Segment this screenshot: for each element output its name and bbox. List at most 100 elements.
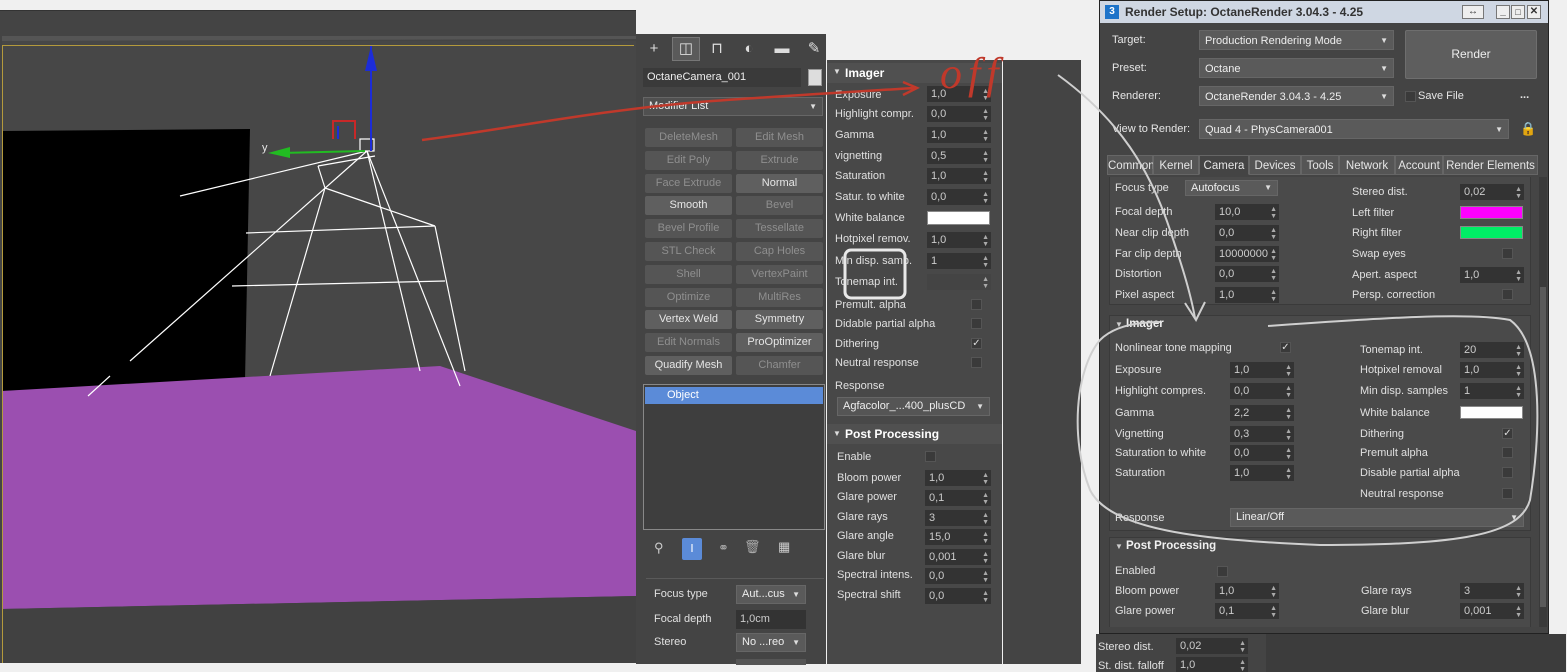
modifier-button-bevel-profile[interactable]: Bevel Profile bbox=[645, 219, 732, 239]
glare-rays-field[interactable]: 3 ▲ ▼ bbox=[1460, 583, 1524, 599]
spinner-icon[interactable]: ▲ ▼ bbox=[982, 590, 989, 604]
spinner-icon[interactable]: ▲ ▼ bbox=[1515, 605, 1522, 619]
gamma-field[interactable]: 1,0 ▲ ▼ bbox=[927, 127, 991, 143]
spinner-icon[interactable]: ▲ ▼ bbox=[1270, 605, 1277, 619]
utilities-tab-icon[interactable]: ✎ bbox=[801, 38, 827, 60]
near-clip-field[interactable]: 0,0 ▲ ▼ bbox=[1215, 225, 1279, 241]
swap-eyes-checkbox[interactable] bbox=[1502, 248, 1513, 259]
make-unique-icon[interactable]: ⚭ bbox=[718, 540, 729, 556]
render-setup-content[interactable]: Focus type Autofocus ▼ Focal depth 10,0 ▲ ▼… bbox=[1109, 177, 1539, 627]
gamma-field[interactable]: 2,2 ▲ ▼ bbox=[1230, 405, 1294, 421]
vignetting-field[interactable]: 0,5 ▲ ▼ bbox=[927, 148, 991, 164]
spinner-icon[interactable]: ▲ ▼ bbox=[1285, 407, 1292, 421]
glare-rays-field[interactable]: 3 ▲ ▼ bbox=[925, 510, 991, 526]
modifier-button-prooptimizer[interactable]: ProOptimizer bbox=[736, 333, 823, 353]
modifier-button-cap-holes[interactable]: Cap Holes bbox=[736, 242, 823, 261]
nonlinear-checkbox[interactable]: ✓ bbox=[1280, 342, 1291, 353]
persp-corr-checkbox[interactable] bbox=[1502, 289, 1513, 300]
spinner-icon[interactable]: ▲ ▼ bbox=[1270, 585, 1277, 599]
imager-section-title[interactable]: Imager bbox=[1126, 318, 1164, 330]
spinner-icon[interactable]: ▲ ▼ bbox=[1270, 227, 1277, 241]
tab-camera[interactable]: Camera bbox=[1199, 155, 1249, 175]
focus-type-dropdown[interactable]: Autofocus ▼ bbox=[1185, 180, 1278, 196]
modifier-button-tessellate[interactable]: Tessellate bbox=[736, 219, 823, 239]
spinner-icon[interactable]: ▲ ▼ bbox=[982, 531, 989, 545]
modifier-button-extrude[interactable]: Extrude bbox=[736, 150, 823, 170]
more-button[interactable]: ... bbox=[1520, 89, 1529, 101]
stack-item-object[interactable]: Object bbox=[645, 387, 823, 404]
tab-kernel[interactable]: Kernel bbox=[1153, 155, 1199, 175]
tab-render-elements[interactable]: Render Elements bbox=[1443, 155, 1538, 175]
tab-tools[interactable]: Tools bbox=[1301, 155, 1339, 175]
modifier-button-chamfer[interactable]: Chamfer bbox=[736, 356, 823, 375]
modifier-button-deletemesh[interactable]: DeleteMesh bbox=[645, 128, 732, 147]
modifier-stack[interactable]: Object bbox=[643, 384, 825, 530]
object-color-swatch[interactable] bbox=[808, 69, 822, 86]
enable-checkbox[interactable] bbox=[925, 451, 936, 462]
window-titlebar[interactable]: 3 Render Setup: OctaneRender 3.04.3 - 4.… bbox=[1100, 1, 1548, 23]
tab-network[interactable]: Network bbox=[1339, 155, 1395, 175]
hierarchy-tab-icon[interactable]: ⊓ bbox=[704, 38, 730, 60]
stereo-dropdown[interactable]: No ...reo ▼ bbox=[736, 633, 806, 652]
resize-icon[interactable]: ↔ bbox=[1462, 5, 1484, 19]
glare-blur-field[interactable]: 0,001 ▲ ▼ bbox=[925, 549, 991, 565]
modifier-button-bevel[interactable]: Bevel bbox=[736, 196, 823, 216]
modifier-button-stl-check[interactable]: STL Check bbox=[645, 242, 732, 261]
spectral-shift-field[interactable]: 0,0 ▲ ▼ bbox=[925, 588, 991, 604]
collapse-icon[interactable]: ▼ bbox=[1115, 320, 1123, 329]
spinner-icon[interactable]: ▲ ▼ bbox=[1239, 659, 1246, 672]
modifier-button-symmetry[interactable]: Symmetry bbox=[736, 310, 823, 330]
scrollbar[interactable] bbox=[1539, 177, 1547, 627]
create-tab-icon[interactable]: + bbox=[641, 38, 667, 60]
glare-blur-field[interactable]: 0,001 ▲ ▼ bbox=[1460, 603, 1524, 619]
imager-rollout-header[interactable]: Imager bbox=[827, 63, 1002, 83]
remove-modifier-icon[interactable]: 🗑 bbox=[744, 539, 761, 555]
spinner-icon[interactable]: ▲ ▼ bbox=[982, 234, 989, 248]
spinner-icon[interactable]: ▲ ▼ bbox=[982, 191, 989, 205]
tab-common[interactable]: Common bbox=[1107, 155, 1155, 175]
bloom-field[interactable]: 1,0 ▲ ▼ bbox=[1215, 583, 1279, 599]
dithering-checkbox[interactable]: ✓ bbox=[1502, 428, 1513, 439]
apert-aspect-field[interactable]: 1,0 ▲ ▼ bbox=[1460, 267, 1524, 283]
spinner-icon[interactable]: ▲ ▼ bbox=[982, 570, 989, 584]
min-disp-field[interactable]: 1 ▲ ▼ bbox=[1460, 383, 1524, 399]
modifier-button-multires[interactable]: MultiRes bbox=[736, 287, 823, 307]
tab-account[interactable]: Account bbox=[1395, 155, 1443, 175]
spinner-icon[interactable]: ▲ ▼ bbox=[982, 512, 989, 526]
glare-angle-field[interactable]: 15,0 ▲ ▼ bbox=[925, 529, 991, 545]
spinner-icon[interactable]: ▲ ▼ bbox=[1285, 447, 1292, 461]
modifier-button-quadify-mesh[interactable]: Quadify Mesh bbox=[645, 356, 732, 375]
spectral-int-field[interactable]: 0,0 ▲ ▼ bbox=[925, 568, 991, 584]
modifier-button-edit-mesh[interactable]: Edit Mesh bbox=[736, 128, 823, 147]
tab-devices[interactable]: Devices bbox=[1249, 155, 1301, 175]
modifier-list-dropdown[interactable]: Modifier List ▼ bbox=[643, 97, 823, 116]
hotpixel-field[interactable]: 1,0 ▲ ▼ bbox=[1460, 362, 1524, 378]
white-balance-swatch[interactable] bbox=[927, 211, 990, 225]
bloom-field[interactable]: 1,0 ▲ ▼ bbox=[925, 470, 991, 486]
saturation-field[interactable]: 1,0 ▲ ▼ bbox=[1230, 465, 1294, 481]
enabled-checkbox[interactable] bbox=[1217, 566, 1228, 577]
spinner-icon[interactable]: ▲ ▼ bbox=[1515, 385, 1522, 399]
exposure-field[interactable]: 1,0 ▲ ▼ bbox=[927, 86, 991, 102]
pin-stack-icon[interactable]: ⚲ bbox=[654, 540, 664, 556]
spinner-icon[interactable]: ▲ ▼ bbox=[1515, 186, 1522, 200]
modifier-button-optimize[interactable]: Optimize bbox=[645, 287, 732, 307]
modifier-button-edit-poly[interactable]: Edit Poly bbox=[645, 150, 732, 170]
save-file-checkbox[interactable] bbox=[1405, 91, 1416, 102]
renderer-dropdown[interactable]: OctaneRender 3.04.3 - 4.25 ▼ bbox=[1199, 86, 1394, 106]
spinner-icon[interactable]: ▲ ▼ bbox=[1285, 385, 1292, 399]
dithering-checkbox[interactable]: ✓ bbox=[971, 338, 982, 349]
render-button[interactable]: Render bbox=[1405, 30, 1537, 79]
exposure-field[interactable]: 1,0 ▲ ▼ bbox=[1230, 362, 1294, 378]
highlight-field[interactable]: 0,0 ▲ ▼ bbox=[1230, 383, 1294, 399]
spinner-icon[interactable]: ▲ ▼ bbox=[1239, 640, 1246, 654]
highlight-field[interactable]: 0,0 ▲ ▼ bbox=[927, 106, 991, 122]
falloff-field[interactable]: 1,0 ▲ ▼ bbox=[1176, 657, 1248, 672]
focal-depth-field[interactable]: 1,0cm bbox=[736, 610, 806, 629]
target-dropdown[interactable]: Production Rendering Mode ▼ bbox=[1199, 30, 1394, 50]
response-dropdown[interactable]: Agfacolor_...400_plusCD ▼ bbox=[837, 397, 990, 416]
lock-icon[interactable]: 🔒 bbox=[1520, 121, 1536, 137]
spinner-icon[interactable]: ▲ ▼ bbox=[1515, 344, 1522, 358]
stereo-dist-field[interactable]: 0,02 ▲ ▼ bbox=[1460, 184, 1524, 200]
configure-sets-icon[interactable]: ▦ bbox=[778, 539, 790, 555]
